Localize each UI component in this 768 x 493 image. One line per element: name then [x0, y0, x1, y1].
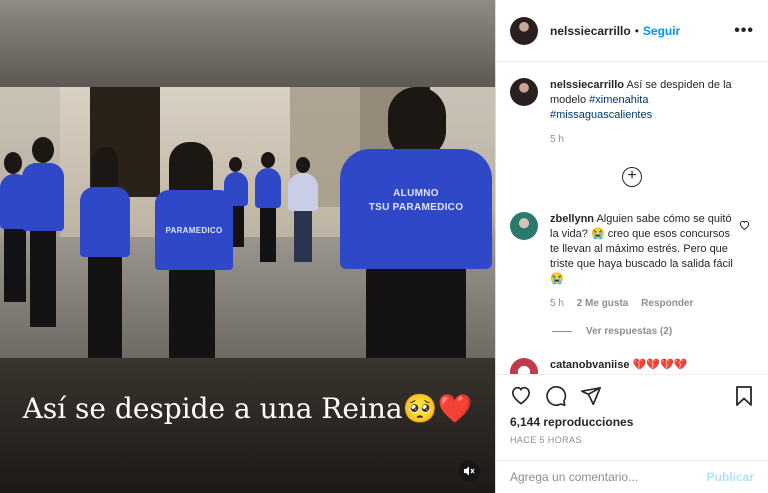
post-timestamp[interactable]: HACE 5 HORAS — [510, 435, 582, 445]
comment-item: zbellynn Alguien sabe cómo se quitó la v… — [510, 212, 740, 311]
pleading-emoji: 🥺 — [402, 392, 438, 425]
video-frame: PARAMEDICO ALUMNO TSU PARAMEDICO — [0, 87, 495, 358]
separator-dot: • — [634, 23, 639, 38]
person: PARAMEDICO — [155, 142, 233, 358]
hashtag-link[interactable]: #ximenahita — [589, 94, 648, 106]
video-player[interactable]: PARAMEDICO ALUMNO TSU PARAMEDICO Así se … — [0, 0, 495, 493]
commenter-avatar[interactable] — [510, 358, 538, 374]
comment-username[interactable]: catanobvaniise — [550, 359, 629, 371]
view-count[interactable]: 6,144 reproducciones — [510, 415, 633, 429]
foreground-student: ALUMNO TSU PARAMEDICO — [340, 87, 492, 358]
person — [22, 137, 64, 327]
post-actions: 6,144 reproducciones HACE 5 HORAS — [496, 374, 768, 460]
view-replies-label: Ver respuestas (2) — [586, 326, 673, 337]
heart-icon[interactable] — [739, 220, 750, 233]
heart-icon[interactable] — [510, 385, 532, 407]
bookmark-icon[interactable] — [734, 385, 754, 407]
publish-button[interactable]: Publicar — [707, 470, 754, 484]
more-options-icon[interactable]: ••• — [734, 22, 754, 40]
video-caption-overlay: Así se despide a una Reina🥺❤️ — [0, 392, 495, 425]
comment-time[interactable]: 5 h — [550, 298, 564, 309]
comment-text: 💔💔💔💔 — [632, 359, 688, 371]
plus-circle-icon[interactable]: + — [622, 167, 642, 187]
replies-line — [552, 331, 572, 332]
post-side-panel: nelssiecarrillo • Seguir ••• nelssiecarr… — [495, 0, 768, 493]
action-icons — [510, 385, 602, 407]
heart-emoji: ❤️ — [437, 392, 473, 425]
commenter-avatar[interactable] — [510, 212, 538, 240]
caption-text-block: nelssiecarrillo Así se despiden de la mo… — [550, 78, 750, 123]
person — [80, 147, 130, 358]
comment-icon[interactable] — [545, 385, 567, 407]
comment-likes[interactable]: 2 Me gusta — [577, 298, 629, 309]
video-caption-text: Así se despide a una Reina — [22, 392, 403, 425]
comment-item: catanobvaniise 💔💔💔💔 — [510, 358, 740, 374]
comment-input[interactable] — [510, 470, 700, 484]
shirt-print-line1: ALUMNO — [393, 188, 439, 199]
shirt-print-line2: TSU PARAMEDICO — [368, 202, 464, 213]
view-replies-button[interactable]: Ver respuestas (2) — [552, 326, 672, 337]
comment-username[interactable]: zbellynn — [550, 213, 594, 225]
comments-list[interactable]: nelssiecarrillo Así se despiden de la mo… — [496, 62, 768, 374]
author-username[interactable]: nelssiecarrillo — [550, 24, 631, 38]
caption-time[interactable]: 5 h — [550, 134, 564, 145]
author-avatar[interactable] — [510, 78, 538, 106]
hashtag-link[interactable]: #missaguascalientes — [550, 109, 652, 121]
caption-username[interactable]: nelssiecarrillo — [550, 79, 624, 91]
person — [255, 152, 281, 262]
follow-button[interactable]: Seguir — [643, 24, 680, 38]
post-caption: nelssiecarrillo Así se despiden de la mo… — [510, 78, 750, 147]
instagram-post-modal: PARAMEDICO ALUMNO TSU PARAMEDICO Así se … — [0, 0, 768, 493]
comment-box: Publicar — [496, 460, 768, 493]
share-icon[interactable] — [580, 385, 602, 407]
shirt-print: PARAMEDICO — [165, 226, 223, 235]
comment-text-block: zbellynn Alguien sabe cómo se quitó la v… — [550, 212, 740, 287]
post-header: nelssiecarrillo • Seguir ••• — [496, 0, 768, 62]
video-letterbox-bottom — [0, 358, 495, 493]
author-avatar[interactable] — [510, 16, 538, 45]
caption-meta: 5 h — [550, 132, 750, 147]
person — [288, 157, 318, 262]
comment-meta: 5 h 2 Me gusta Responder — [550, 296, 740, 311]
reply-button[interactable]: Responder — [641, 298, 693, 309]
speaker-muted-icon[interactable] — [458, 460, 480, 482]
video-letterbox-top — [0, 0, 495, 87]
